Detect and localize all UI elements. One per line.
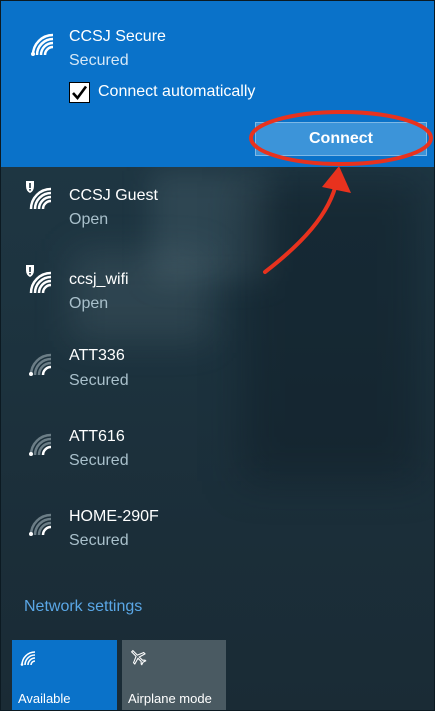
wifi-icon: [20, 651, 36, 666]
network-name: ATT616: [69, 428, 125, 445]
airplane-icon: [130, 649, 147, 666]
network-settings-link[interactable]: Network settings: [24, 598, 142, 616]
network-name: CCSJ Secure: [69, 28, 166, 45]
background-blur: [241, 181, 421, 481]
airplane-mode-tile[interactable]: Airplane mode: [122, 640, 226, 710]
wifi-open-warning-icon: [26, 181, 52, 210]
connect-button[interactable]: Connect: [255, 122, 427, 156]
tile-label: Airplane mode: [128, 691, 212, 706]
wifi-weak-signal-icon: [29, 353, 52, 376]
wifi-toggle-tile[interactable]: Available: [12, 640, 117, 710]
checkmark-icon: [72, 85, 88, 101]
network-status: Secured: [69, 532, 129, 549]
network-name: CCSJ Guest: [69, 187, 158, 204]
network-name: ATT336: [69, 347, 125, 364]
network-item-ccsj-secure[interactable]: CCSJ Secure Secured Connect automaticall…: [1, 1, 434, 167]
network-status: Open: [69, 211, 109, 228]
tile-label: Available: [18, 691, 71, 706]
wifi-signal-icon: [31, 33, 54, 56]
connect-automatically-label: Connect automatically: [98, 83, 256, 100]
wifi-weak-signal-icon: [29, 513, 52, 536]
network-name: ccsj_wifi: [69, 271, 129, 288]
connect-automatically-checkbox[interactable]: [69, 82, 90, 103]
network-name: HOME-290F: [69, 508, 159, 525]
network-status: Secured: [69, 372, 129, 389]
wifi-flyout: CCSJ Secure Secured Connect automaticall…: [0, 0, 435, 711]
network-status: Secured: [69, 452, 129, 469]
wifi-open-warning-icon: [26, 265, 52, 294]
wifi-weak-signal-icon: [29, 433, 52, 456]
network-status: Open: [69, 295, 109, 312]
network-status: Secured: [69, 52, 129, 69]
